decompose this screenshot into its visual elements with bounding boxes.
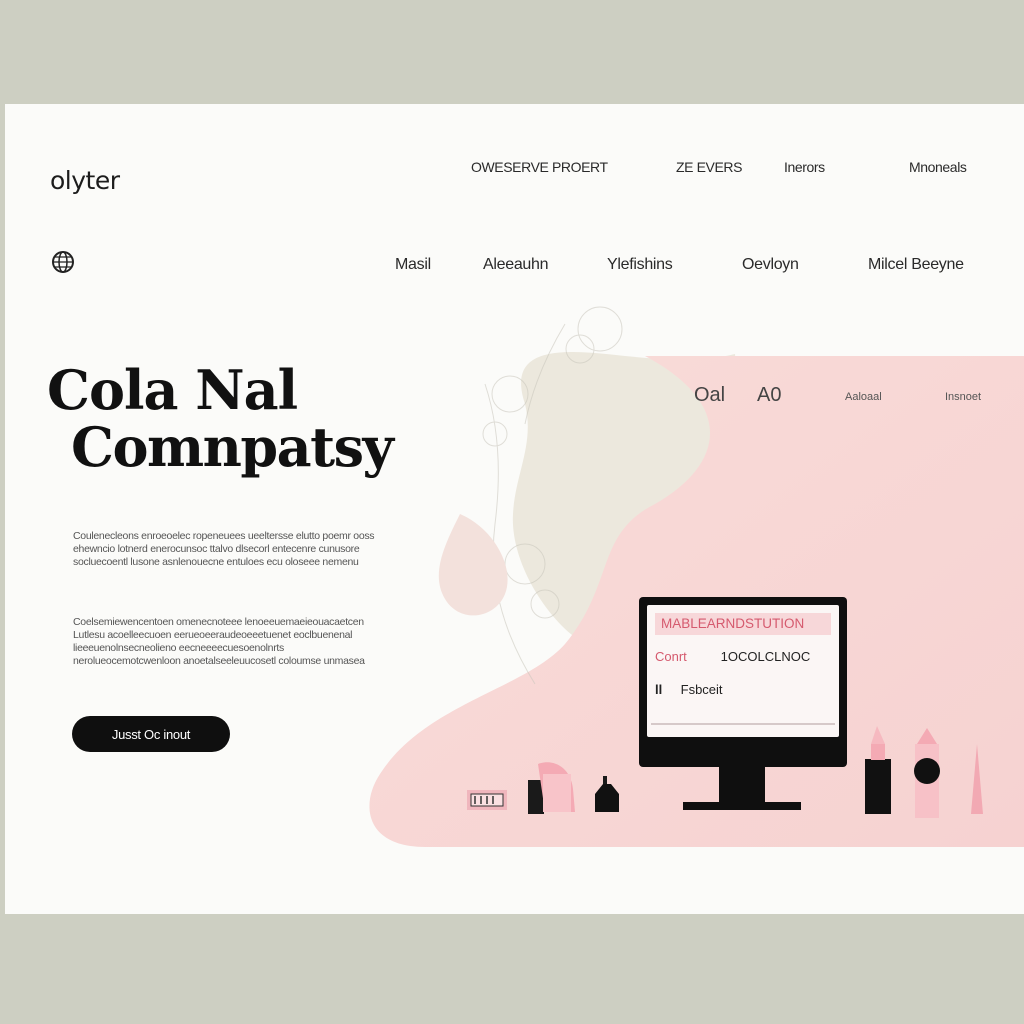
monitor-row-1-value: 1OCOLCLNOC [720, 649, 811, 664]
monitor-row-2-value: Fsbceit [680, 682, 723, 697]
monitor-row-1: Conrt 1OCOLCLNOC [655, 649, 831, 664]
top-nav-item-4[interactable]: Mnoneals [909, 159, 967, 175]
sub-nav-item-2[interactable]: Aleeauhn [483, 256, 549, 274]
monitor-screen: MABLEARNDSTUTION Conrt 1OCOLCLNOC ll Fsb… [647, 605, 839, 737]
globe-icon[interactable] [51, 250, 75, 274]
monitor-row-2-icon: ll [655, 682, 663, 697]
sub-nav-item-3[interactable]: Ylefishins [607, 256, 673, 274]
panel-nav-item-4[interactable]: Insnoet [945, 391, 981, 403]
brand-logo[interactable]: olyter [50, 166, 120, 195]
makeup-box-icon [467, 790, 507, 810]
hero-paragraph-2: Coelsemiewencentoen omenecnoteee lenoeeu… [73, 616, 365, 667]
sub-nav-item-4[interactable]: Oevloyn [742, 256, 799, 274]
landing-page: olyter OWESERVE PROERT ZE EVERS Inerors … [5, 104, 1024, 914]
top-nav-item-1[interactable]: OWESERVE PROERT [471, 159, 608, 175]
monitor-divider [651, 723, 835, 725]
hero-title-line-2: Comnpatsy [71, 414, 394, 479]
monitor-row-2: ll Fsbceit [655, 682, 831, 697]
hero-illustration [369, 306, 1024, 847]
sub-nav-item-1[interactable]: Masil [395, 256, 431, 274]
top-nav-item-2[interactable]: ZE EVERS [676, 159, 742, 175]
top-nav-item-3[interactable]: Inerors [784, 159, 825, 175]
monitor-header: MABLEARNDSTUTION [655, 613, 831, 635]
cta-button[interactable]: Jusst Oc inout [72, 716, 230, 752]
monitor-icon: MABLEARNDSTUTION Conrt 1OCOLCLNOC ll Fsb… [639, 597, 847, 767]
flower-shape [438, 514, 508, 616]
panel-nav-item-2[interactable]: A0 [757, 384, 781, 407]
sub-nav-item-5[interactable]: Milcel Beeyne [868, 256, 964, 274]
hero-title: Cola Nal Comnpatsy [47, 358, 394, 479]
hero-paragraph-1: Coulenecleons enroeoelec ropeneuees ueel… [73, 530, 375, 568]
panel-nav-item-3[interactable]: Aaloaal [845, 391, 882, 403]
monitor-row-1-label: Conrt [655, 649, 687, 664]
panel-nav-item-1[interactable]: Oal [694, 384, 725, 407]
hero-title-line-1: Cola Nal [47, 358, 298, 422]
